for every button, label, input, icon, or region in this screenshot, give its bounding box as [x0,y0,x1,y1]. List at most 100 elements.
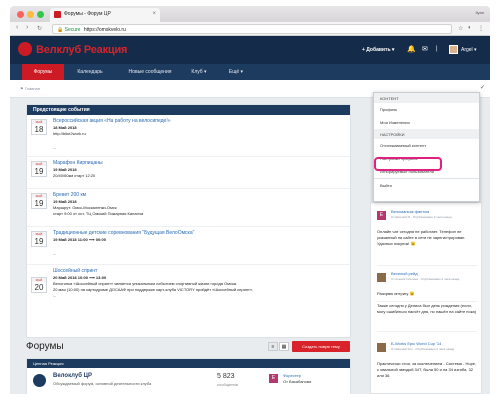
nav-new-messages[interactable]: Новые сообщения [118,64,182,80]
forward-icon[interactable]: › [26,24,28,31]
bike-logo-icon[interactable] [18,42,32,56]
avatar[interactable] [377,343,386,352]
grid-view-icon[interactable]: ▦ [279,342,289,351]
calendar-icon: МАЙ 18 [31,119,47,135]
activity-title[interactable]: Веселый рейд [391,271,418,276]
nav-club[interactable]: Клуб ▾ [186,64,212,80]
bell-icon[interactable]: 🔔 [407,45,416,53]
event-date: 20 Май 2018 10:00 ⟶ 13:00 [53,275,107,280]
forum-category-title[interactable]: Ценная Реакция [27,359,350,368]
last-post-title[interactable]: Форестер [283,373,301,378]
event-date: 19 Май 2018 [53,199,77,204]
close-window-icon[interactable] [17,11,24,18]
activity-meta: От Евгений Кол · Опубликовано 2 часа наз… [391,347,455,351]
event-title[interactable]: Всероссийская акция «На работу на велоси… [53,118,171,124]
activity-meta: От Евгений М · Опубликовано 2 часа назад [391,215,452,219]
divider [377,301,477,302]
divider-icon: | [436,46,438,52]
site-logo-text[interactable]: Велклуб Реакция [36,44,127,56]
tab-close-icon[interactable]: × [152,11,156,17]
forum-category-panel: Ценная Реакция Велоклуб ЦР Обсуждаемый ф… [26,358,351,394]
event-title[interactable]: Марафон Кирпицаны [53,160,103,166]
secure-label: Secure [64,27,81,33]
menu-item-my-changes[interactable]: Мои Изменения [374,116,479,129]
event-item[interactable]: МАЙ 19 Бревет 200 км 19 Май 2018 Маршрут:… [27,189,350,227]
nav-calendar[interactable]: Календарь [68,64,112,80]
event-detail: Велогонка «Шоссейный спринт» является ун… [53,281,238,286]
event-title[interactable]: Традиционные детские соревнования "Будущ… [53,230,194,236]
browser-user: Ilyan [475,10,484,15]
event-detail: 20 мая (10:00) на картодроме ДОСААФ при … [53,287,254,292]
menu-item-logout[interactable]: Выйти [374,179,479,192]
back-icon[interactable]: ‹ [16,24,18,31]
browser-toolbar: ‹ › ↻ 🔒 Secure https://omskvelo.ru ☆ ◐ ⋮ [10,22,490,36]
menu-item-followed-content[interactable]: Отслеживаемый контент [374,139,479,152]
calendar-icon: МАЙ 19 [31,231,47,247]
event-more: ... [53,145,57,150]
breadcrumb[interactable]: ⚑ Главная [20,86,40,91]
nav-more[interactable]: Ещё ▾ [224,64,248,80]
lock-icon: 🔒 [57,27,64,33]
event-detail: 20/40/60км старт 12:20 [53,173,96,178]
activity-meta: От Ксения Ольгина · Опубликовано 2 часа … [391,277,460,281]
create-topic-button[interactable]: Создать новую тему [292,341,350,352]
event-title[interactable]: Шоссейный спринт [53,268,97,274]
activity-text: Онлайн чат сегодня не работает. Телефон … [377,229,466,246]
event-date: 19 Май 2018 [53,167,77,172]
forums-heading: Форумы [26,341,64,352]
star-icon[interactable]: ☆ [458,25,463,32]
zoom-window-icon[interactable] [37,11,44,18]
highlight-annotation [374,157,442,171]
event-item[interactable]: МАЙ 20 Шоссейный спринт 20 Май 2018 10:00… [27,265,350,337]
event-detail: старт 9:00 от ост. ТЦ Омский Пожарная Ка… [53,211,144,216]
address-bar[interactable]: 🔒 Secure https://omskvelo.ru [52,24,452,34]
activity-text: Практически стои, за исключением - Систе… [377,361,477,378]
event-detail: Маршрут: Омск-Москаленки-Омск [53,205,117,210]
url-text: https://omskvelo.ru [83,27,126,33]
forum-count-label: сообщения [217,382,238,387]
activity-title[interactable]: Б-Works Epic World Cup '14 [391,341,441,346]
upcoming-events-panel: Предстоящие события МАЙ 18 Всероссийская … [26,104,351,338]
browser-tab[interactable]: Форумы - Форум ЦР × [50,8,160,22]
recent-activity-sidebar: E Веломаньяк фантом От Евгений М · Опубл… [370,202,482,394]
envelope-icon[interactable]: ✉ [422,45,428,53]
event-title[interactable]: Бревет 200 км [53,192,86,198]
divider [377,331,477,332]
dropdown-section-settings: НАСТРОЙКИ [374,129,479,139]
events-panel-title: Предстоящие события [27,105,350,115]
tab-title: Форумы - Форум ЦР [64,11,111,17]
list-view-icon[interactable]: ≡ [268,342,278,351]
user-menu-button[interactable]: Argel ▾ [461,47,477,53]
web-page: Велклуб Реакция + Добавить ▾ 🔔 ✉ | Argel… [10,36,490,394]
browser-titlebar: Форумы - Форум ЦР × Ilyan [10,6,490,22]
dropdown-section-content: КОНТЕНТ [374,93,479,103]
last-post-author[interactable]: От Вакабанова [283,379,311,384]
event-item[interactable]: МАЙ 18 Всероссийская акция «На работу на … [27,115,350,157]
avatar[interactable] [449,45,458,54]
user-dropdown-menu: КОНТЕНТ Профиль Мои Изменения НАСТРОЙКИ … [373,92,480,202]
nav-forums[interactable]: Форумы [22,64,64,80]
extension-icon[interactable]: ◐ [468,25,472,31]
event-more: ... [53,251,57,256]
event-more: ... [53,293,57,298]
favicon-icon [54,11,61,18]
minimize-window-icon[interactable] [27,11,34,18]
avatar[interactable]: E [269,374,278,383]
event-detail: http://bike2work.ru [53,131,86,136]
activity-text: Разорвю интригу 😉 [377,291,415,296]
event-item[interactable]: МАЙ 19 Марафон Кирпицаны 19 Май 2018 20/4… [27,157,350,189]
forum-bubble-icon [33,374,46,387]
menu-dots-icon[interactable]: ⋮ [478,25,484,32]
add-menu-button[interactable]: + Добавить ▾ [362,47,394,53]
check-icon[interactable]: ✓ [480,84,485,91]
avatar[interactable] [377,273,386,282]
calendar-icon: МАЙ 20 [31,277,47,293]
event-item[interactable]: МАЙ 19 Традиционные детские соревнования … [27,227,350,265]
menu-item-profile[interactable]: Профиль [374,103,479,116]
forum-name[interactable]: Велоклуб ЦР [53,373,92,379]
reload-icon[interactable]: ↻ [37,25,42,32]
activity-title[interactable]: Веломаньяк фантом [391,209,429,214]
calendar-icon: МАЙ 19 [31,193,47,209]
forum-post-count: 5 823 [217,373,235,380]
avatar[interactable]: E [377,211,386,220]
